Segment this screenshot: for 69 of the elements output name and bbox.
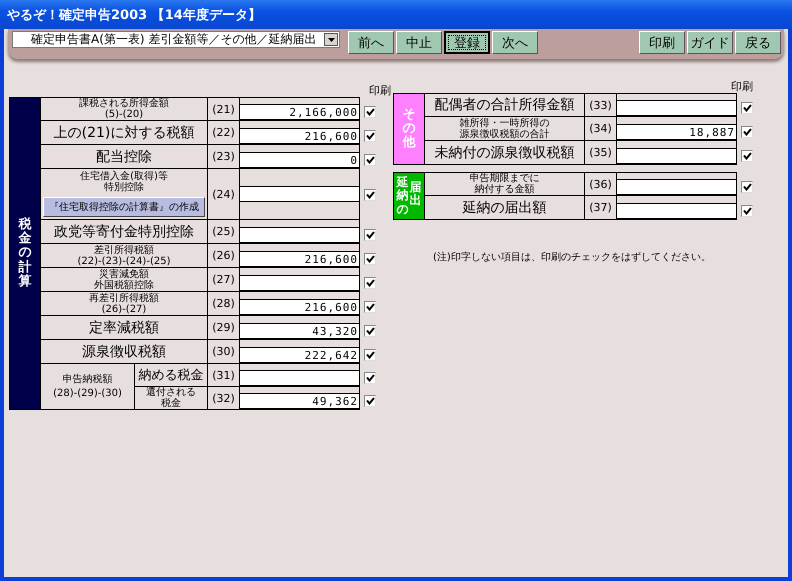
field-label: 申告期限までに 納付する金額 (470, 173, 540, 195)
print-checkbox[interactable] (364, 325, 376, 337)
amount-field[interactable] (617, 179, 736, 195)
print-column-header: 印刷 (731, 81, 753, 93)
amount-field[interactable]: 49,362 (240, 393, 359, 409)
toolbar-button[interactable]: 前へ (348, 31, 394, 54)
amount-field[interactable] (617, 203, 736, 219)
print-checkbox[interactable] (364, 395, 376, 407)
toolbar-button[interactable]: 戻る (735, 31, 781, 54)
field-label: 延納の届出額 (462, 198, 546, 216)
amount-field[interactable] (240, 227, 359, 243)
amount-field[interactable]: 18,887 (617, 124, 736, 140)
toolbar-button[interactable]: 印刷 (639, 31, 685, 54)
field-label: 差引所得税額 (22)-(23)-(24)-(25) (78, 244, 170, 266)
amount-field[interactable] (617, 100, 736, 116)
print-checkbox[interactable] (364, 106, 376, 118)
print-checkbox[interactable] (741, 126, 753, 138)
print-column-header: 印刷 (369, 85, 391, 97)
field-label: 申告納税額 (28)-(29)-(30) (53, 372, 122, 400)
amount-field[interactable] (240, 370, 359, 386)
field-label: 再差引所得税額 (26)-(27) (89, 292, 159, 314)
field-label: 定率減税額 (89, 318, 159, 336)
field-label: 上の(21)に対する税額 (54, 124, 194, 142)
print-checkbox[interactable] (364, 130, 376, 142)
toolbar-button[interactable]: 次へ (492, 31, 538, 54)
print-checkbox[interactable] (741, 150, 753, 162)
print-checkbox[interactable] (741, 102, 753, 114)
print-checkbox[interactable] (364, 372, 376, 384)
amount-field[interactable] (617, 148, 736, 164)
amount-field[interactable] (240, 186, 359, 202)
field-label: 納める税金 (138, 367, 204, 384)
field-label: 還付される 税金 (146, 387, 196, 409)
print-checkbox[interactable] (364, 229, 376, 241)
field-label: 住宅借入金(取得)等 特別控除 (80, 171, 168, 193)
amount-field[interactable]: 222,642 (240, 347, 359, 363)
window-title: やるぞ！確定申告2003 【14年度データ】 (7, 6, 261, 24)
amount-field[interactable]: 2,166,000 (240, 104, 359, 120)
amount-field[interactable]: 43,320 (240, 323, 359, 339)
print-checkbox[interactable] (364, 349, 376, 361)
note-text: (注)印字しない項目は、印刷のチェックをはずしてください。 (433, 250, 712, 264)
field-label: 政党等寄付金特別控除 (54, 222, 194, 240)
amount-field[interactable]: 216,600 (240, 128, 359, 144)
section-title: 税金の計算 (18, 218, 32, 290)
form-dropdown[interactable]: 確定申告書A(第一表) 差引金額等／その他／延納届出 (12, 31, 340, 48)
amount-field[interactable]: 216,600 (240, 251, 359, 267)
section-title: その他 (402, 108, 416, 150)
field-label: 源泉徴収税額 (82, 342, 166, 360)
field-label: 配当控除 (96, 148, 152, 166)
toolbar-button[interactable]: 登録 (444, 31, 490, 54)
print-checkbox[interactable] (741, 181, 753, 193)
amount-field[interactable] (240, 275, 359, 291)
toolbar-button[interactable]: 中止 (396, 31, 442, 54)
calculation-button[interactable]: 『住宅取得控除の計算書』の作成 (43, 197, 205, 217)
field-label: 配偶者の合計所得金額 (434, 96, 574, 114)
print-checkbox[interactable] (741, 205, 753, 217)
section-title: 延納の (396, 176, 408, 216)
print-checkbox[interactable] (364, 154, 376, 166)
print-checkbox[interactable] (364, 253, 376, 265)
field-label: 災害減免額 外国税額控除 (94, 268, 154, 290)
amount-field[interactable]: 0 (240, 152, 359, 168)
print-checkbox[interactable] (364, 301, 376, 313)
amount-field[interactable]: 216,600 (240, 299, 359, 315)
print-checkbox[interactable] (364, 188, 376, 200)
field-label: 雑所得・一時所得の 源泉徴収税額の合計 (460, 118, 550, 140)
field-label: 課税される所得金額 (5)-(20) (79, 98, 169, 120)
field-label: 未納付の源泉徴収税額 (434, 144, 574, 162)
print-checkbox[interactable] (364, 277, 376, 289)
section-title: 届出 (410, 181, 422, 208)
toolbar-button[interactable]: ガイド (687, 31, 733, 54)
